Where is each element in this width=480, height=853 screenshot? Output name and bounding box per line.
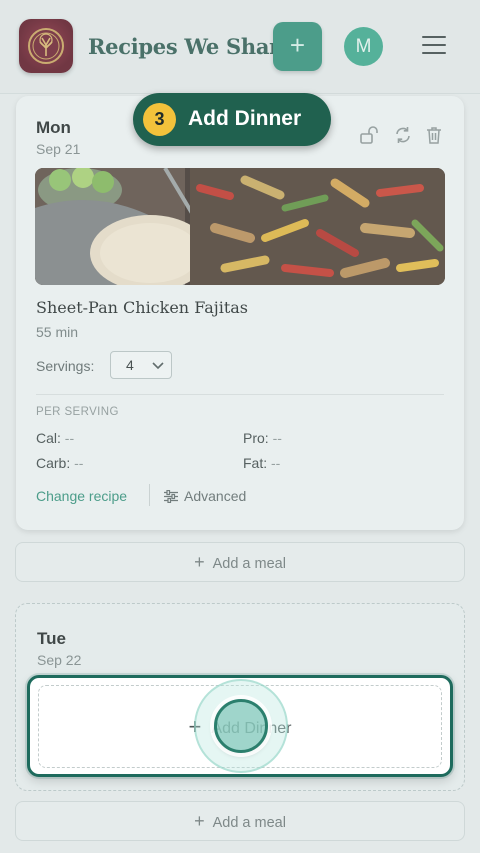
per-serving-label: PER SERVING bbox=[36, 406, 119, 418]
menu-button[interactable] bbox=[422, 36, 446, 56]
refresh-icon[interactable] bbox=[394, 126, 412, 144]
hamburger-icon bbox=[422, 36, 446, 38]
servings-select[interactable]: 4 bbox=[110, 351, 172, 379]
add-recipe-button[interactable]: + bbox=[273, 22, 322, 71]
tree-logo-icon bbox=[28, 28, 64, 64]
step-label: Add Dinner bbox=[188, 107, 302, 130]
servings-value: 4 bbox=[126, 357, 134, 373]
servings-label: Servings: bbox=[36, 358, 95, 374]
meal-image[interactable] bbox=[35, 168, 445, 285]
sliders-icon bbox=[164, 489, 178, 504]
recipe-time: 55 min bbox=[36, 324, 79, 340]
plus-icon: + bbox=[289, 30, 306, 60]
add-meal-button-tue[interactable]: + Add a meal bbox=[15, 801, 465, 841]
plus-icon: + bbox=[194, 552, 205, 572]
step-number: 3 bbox=[143, 103, 176, 136]
day-date: Sep 22 bbox=[37, 652, 82, 668]
tour-step-badge: 3 Add Dinner bbox=[133, 93, 331, 146]
trash-icon[interactable] bbox=[426, 126, 442, 144]
day-name: Mon bbox=[36, 118, 71, 137]
app-header: Recipes We Share + M bbox=[0, 0, 480, 94]
card-actions bbox=[360, 126, 442, 144]
nutrition-value: -- bbox=[74, 455, 84, 471]
divider bbox=[149, 484, 150, 506]
app-logo[interactable] bbox=[19, 19, 73, 73]
add-meal-label: Add a meal bbox=[212, 815, 286, 831]
nutrition-cal: Cal: -- bbox=[36, 430, 74, 446]
nutrition-fat: Fat: -- bbox=[243, 455, 280, 471]
day-date: Sep 21 bbox=[36, 141, 81, 157]
nutrition-value: -- bbox=[64, 430, 75, 446]
app-title: Recipes We Share bbox=[88, 34, 293, 59]
divider bbox=[36, 394, 444, 395]
add-meal-label: Add a meal bbox=[212, 556, 286, 572]
unlock-icon[interactable] bbox=[360, 126, 380, 144]
day-card-mon: Mon Sep 21 Sheet-Pan Chicken Fajitas 55 … bbox=[16, 96, 464, 530]
nutrition-pro: Pro: -- bbox=[243, 430, 282, 446]
recipe-title[interactable]: Sheet-Pan Chicken Fajitas bbox=[36, 298, 248, 317]
nutrition-label: Fat: bbox=[243, 455, 268, 471]
tap-indicator bbox=[214, 699, 268, 753]
fajitas-photo bbox=[35, 168, 445, 285]
day-name: Tue bbox=[37, 629, 66, 648]
nutrition-label: Carb: bbox=[36, 455, 71, 471]
nutrition-value: -- bbox=[272, 430, 282, 446]
user-avatar[interactable]: M bbox=[344, 27, 383, 66]
nutrition-carb: Carb: -- bbox=[36, 455, 83, 471]
change-recipe-link[interactable]: Change recipe bbox=[36, 488, 127, 504]
nutrition-label: Pro: bbox=[243, 430, 269, 446]
advanced-label: Advanced bbox=[184, 488, 247, 504]
add-meal-button-mon[interactable]: + Add a meal bbox=[15, 542, 465, 582]
advanced-button[interactable]: Advanced bbox=[164, 488, 246, 504]
nutrition-label: Cal: bbox=[36, 430, 61, 446]
plus-icon: + bbox=[194, 811, 205, 831]
chevron-down-icon bbox=[152, 362, 164, 370]
nutrition-value: -- bbox=[271, 455, 281, 471]
